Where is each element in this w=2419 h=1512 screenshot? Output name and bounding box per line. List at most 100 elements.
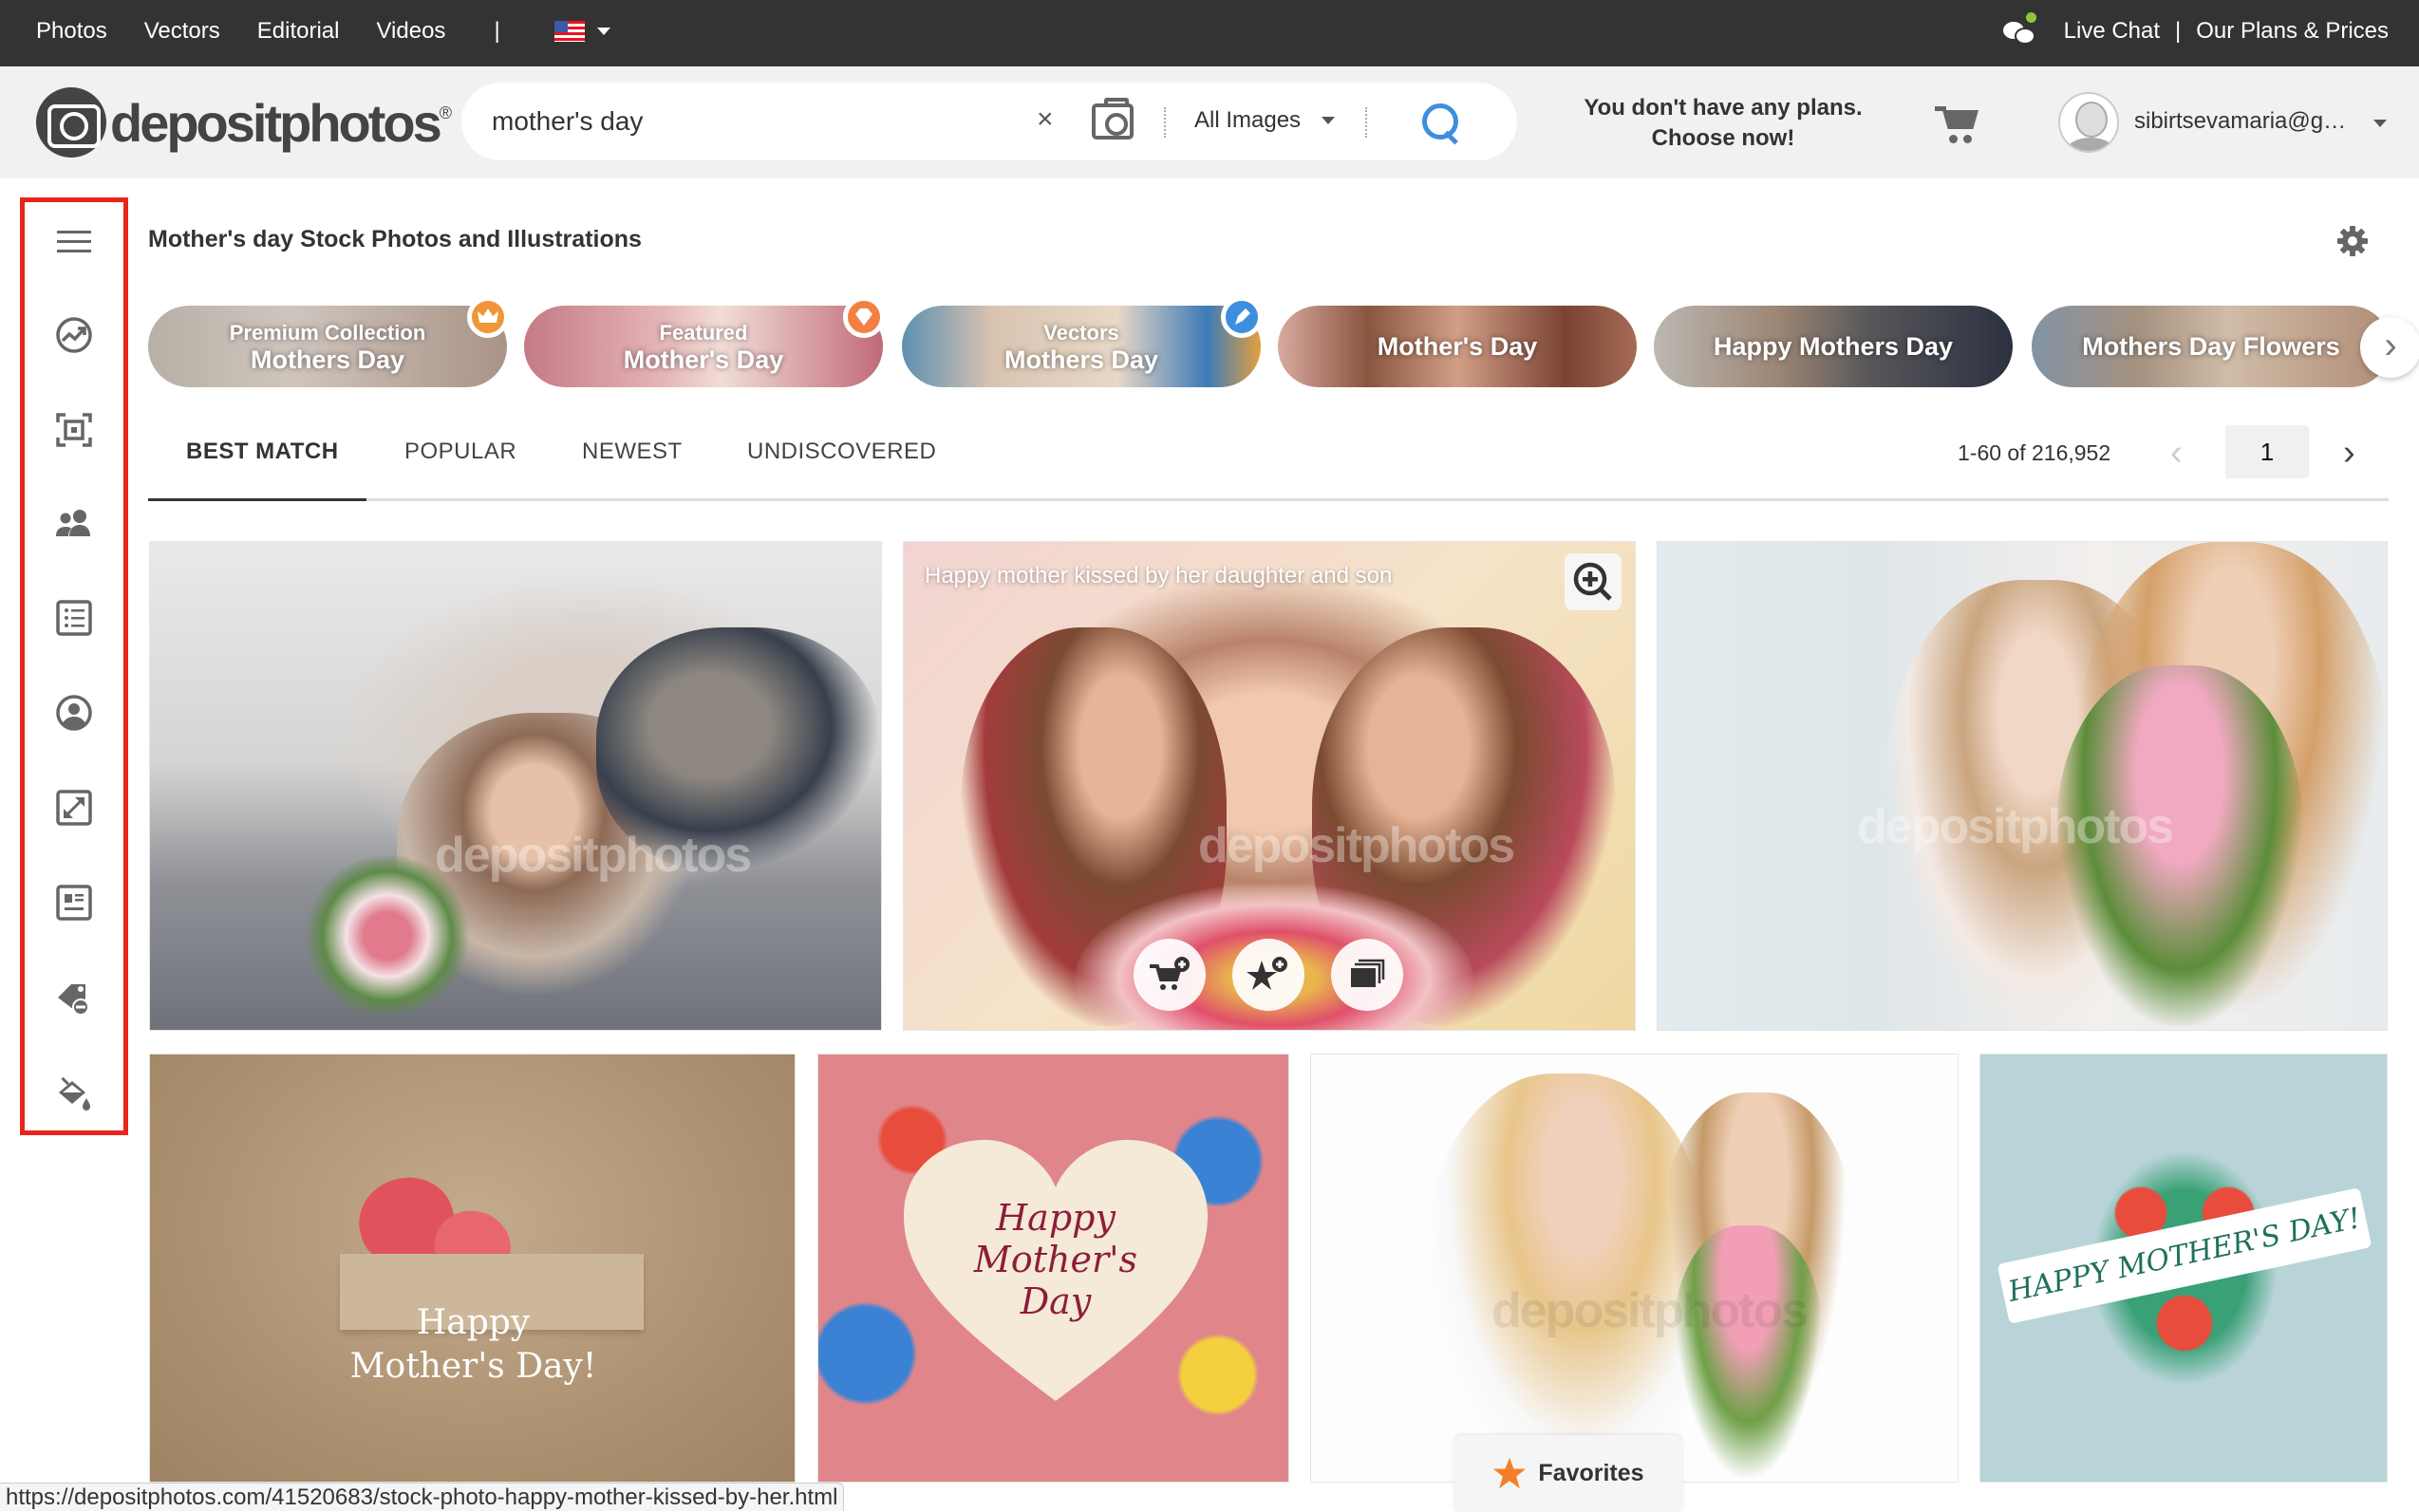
watermark: depositphotos: [435, 828, 752, 883]
chip-mothers-day[interactable]: Mother's Day: [1278, 306, 1637, 387]
image-card[interactable]: depositphotos: [1310, 1054, 1959, 1483]
clear-search-icon[interactable]: ×: [1037, 103, 1054, 136]
account-icon[interactable]: [55, 694, 93, 732]
avatar[interactable]: [2058, 92, 2119, 153]
logo-camera-icon: [36, 87, 106, 158]
zoom-preview-button[interactable]: [1565, 553, 1622, 610]
chip-line2: Mothers Day: [1003, 345, 1159, 374]
result-count: 1-60 of 216,952: [1958, 440, 2111, 465]
live-chat-icon[interactable]: [2002, 11, 2036, 45]
image-actions: [1134, 939, 1403, 1011]
search-bar: × All Images: [461, 83, 1517, 160]
tab-undiscovered[interactable]: UNDISCOVERED: [747, 439, 936, 465]
choose-plan-link[interactable]: You don't have any plans. Choose now!: [1557, 93, 1889, 154]
chip-line2: Mothers Day: [250, 345, 405, 374]
sidebar: [20, 197, 128, 1135]
cart-plus-icon: [1150, 957, 1190, 990]
card-text-mothers-day: Mother's Day!: [349, 1347, 597, 1386]
similar-images-button[interactable]: [1331, 939, 1403, 1011]
diamond-icon: [843, 296, 885, 338]
focus-icon[interactable]: [55, 411, 93, 449]
paint-bucket-icon[interactable]: [55, 1073, 93, 1111]
watermark: depositphotos: [1198, 818, 1515, 873]
pen-icon: [1221, 296, 1263, 338]
card-text-mothers: Mother's: [973, 1239, 1138, 1280]
chip-premium-collection[interactable]: Premium Collection Mothers Day: [148, 306, 507, 387]
plans-prices-link[interactable]: Our Plans & Prices: [2196, 18, 2389, 45]
logo-reg: ®: [439, 103, 453, 122]
active-tab-indicator: [148, 498, 366, 501]
us-flag-icon[interactable]: [553, 20, 585, 42]
nav-photos[interactable]: Photos: [36, 18, 107, 45]
list-icon[interactable]: [55, 599, 93, 637]
tab-newest[interactable]: NEWEST: [582, 439, 683, 465]
page-number-input[interactable]: 1: [2225, 425, 2309, 478]
watermark: depositphotos: [1857, 799, 2174, 854]
trending-icon[interactable]: [55, 316, 93, 354]
search-type-select[interactable]: All Images: [1194, 107, 1336, 134]
image-card[interactable]: depositphotos: [1657, 541, 2388, 1031]
top-right-separator: |: [2175, 17, 2182, 44]
user-email[interactable]: sibirtsevamaria@g…: [2134, 108, 2346, 135]
prev-page-button[interactable]: ‹: [2170, 433, 2183, 474]
language-caret-icon[interactable]: [596, 27, 610, 35]
star-plus-icon: [1247, 957, 1287, 990]
image-card[interactable]: depositphotos: [149, 541, 882, 1031]
image-card[interactable]: Happy Mother's Day: [817, 1054, 1289, 1483]
related-collections: Premium Collection Mothers Day Featured …: [148, 296, 2419, 387]
star-icon: [1493, 1457, 1527, 1489]
tag-remove-icon[interactable]: [55, 979, 93, 1017]
tab-popular[interactable]: POPULAR: [404, 439, 516, 465]
chip-vectors[interactable]: Vectors Mothers Day: [902, 306, 1261, 387]
user-menu-chevron-icon[interactable]: [2373, 120, 2387, 127]
top-bar: Photos Vectors Editorial Videos | Live C…: [0, 0, 2419, 66]
people-icon[interactable]: [55, 504, 93, 542]
image-card-hovered[interactable]: Happy mother kissed by her daughter and …: [903, 541, 1636, 1031]
gear-icon[interactable]: [2335, 224, 2370, 258]
crown-icon: [467, 296, 509, 338]
search-icon[interactable]: [1420, 102, 1462, 143]
chip-line1: Featured: [659, 321, 748, 345]
search-type-label: All Images: [1194, 107, 1302, 133]
menu-icon[interactable]: [55, 223, 93, 261]
nav-editorial[interactable]: Editorial: [257, 18, 340, 45]
chip-line2: Mother's Day: [623, 345, 784, 374]
nav-vectors[interactable]: Vectors: [144, 18, 220, 45]
tab-best-match[interactable]: BEST MATCH: [186, 439, 339, 465]
chip-happy-mothers-day[interactable]: Happy Mothers Day: [1654, 306, 2013, 387]
chevron-down-icon: [1322, 117, 1336, 124]
camera-search-icon[interactable]: [1092, 98, 1134, 140]
status-bar-url: https://depositphotos.com/41520683/stock…: [0, 1483, 845, 1511]
divider: [1164, 107, 1166, 138]
chip-line1: Premium Collection: [229, 321, 426, 345]
chip-label: Happy Mothers Day: [1713, 332, 1954, 361]
chip-label: Mother's Day: [1377, 332, 1538, 361]
article-icon[interactable]: [55, 884, 93, 922]
layers-icon: [1351, 959, 1385, 987]
logo[interactable]: depositphotos ®: [36, 87, 452, 158]
nav-videos[interactable]: Videos: [376, 18, 445, 45]
card-text-happy: Happy: [996, 1197, 1116, 1239]
chip-label: Mothers Day Flowers: [2082, 332, 2340, 361]
plans-line1: You don't have any plans.: [1584, 95, 1863, 121]
image-card[interactable]: Happy Mother's Day!: [149, 1054, 796, 1483]
favorites-button[interactable]: Favorites: [1454, 1435, 1682, 1511]
cart-icon[interactable]: [1935, 106, 1980, 144]
search-input[interactable]: [492, 100, 1156, 143]
image-card[interactable]: HAPPY MOTHER'S DAY!: [1979, 1054, 2388, 1483]
resize-icon[interactable]: [55, 789, 93, 827]
chip-featured[interactable]: Featured Mother's Day: [524, 306, 883, 387]
divider: [1365, 107, 1367, 138]
image-caption: Happy mother kissed by her daughter and …: [925, 563, 1393, 588]
next-page-button[interactable]: ›: [2343, 433, 2355, 474]
live-chat-link[interactable]: Live Chat: [2064, 18, 2160, 45]
watermark: depositphotos: [1491, 1283, 1809, 1338]
chips-next-button[interactable]: ›: [2360, 317, 2419, 378]
logo-text: depositphotos: [110, 92, 442, 153]
add-to-cart-button[interactable]: [1134, 939, 1206, 1011]
chip-line1: Vectors: [1043, 321, 1119, 345]
top-right: Live Chat | Our Plans & Prices: [2002, 0, 2389, 62]
page-title: Mother's day Stock Photos and Illustrati…: [148, 226, 642, 252]
chip-mothers-day-flowers[interactable]: Mothers Day Flowers: [2032, 306, 2391, 387]
add-to-favorites-button[interactable]: [1232, 939, 1304, 1011]
